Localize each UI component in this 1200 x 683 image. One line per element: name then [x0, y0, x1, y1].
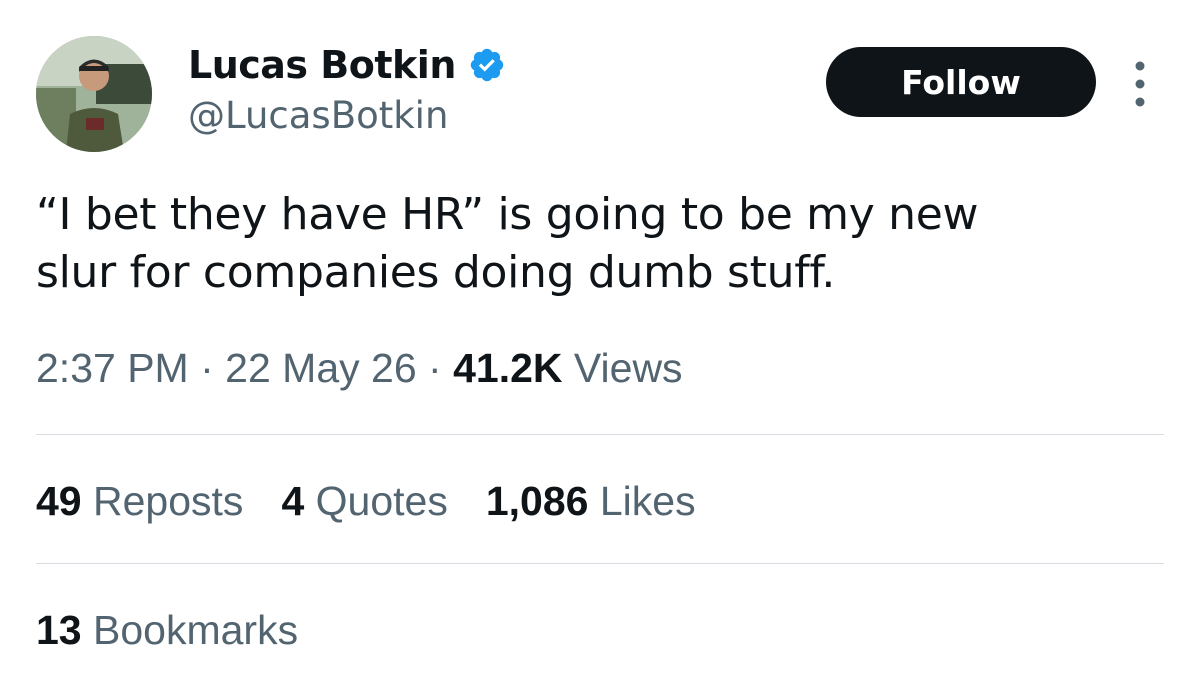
display-name[interactable]: Lucas Botkin	[188, 43, 456, 87]
bookmarks-label: Bookmarks	[93, 607, 299, 653]
reposts-label: Reposts	[93, 478, 244, 524]
divider	[36, 434, 1164, 435]
views-count: 41.2K	[453, 345, 563, 391]
tweet-date[interactable]: 22 May 26	[225, 345, 416, 391]
likes-count: 1,086	[485, 478, 589, 524]
quotes-count: 4	[281, 478, 305, 524]
bookmarks-count: 13	[36, 607, 82, 653]
tweet-text-line: slur for companies doing dumb stuff.	[36, 247, 836, 298]
likes-label: Likes	[599, 478, 696, 524]
tweet-text: “I bet they have HR” is going to be my n…	[36, 186, 1156, 302]
meta-separator: ·	[428, 345, 442, 391]
more-vertical-icon	[1135, 61, 1145, 107]
avatar[interactable]	[36, 36, 152, 152]
likes-stat[interactable]: 1,086 Likes	[486, 478, 696, 525]
bookmarks-stat[interactable]: 13 Bookmarks	[36, 607, 298, 654]
author-handle[interactable]: @LucasBotkin	[188, 94, 448, 137]
tweet-time[interactable]: 2:37 PM	[36, 345, 189, 391]
quotes-stat[interactable]: 4 Quotes	[281, 478, 447, 525]
divider	[36, 563, 1164, 564]
engagement-stats: 49 Reposts 4 Quotes 1,086 Likes	[36, 478, 734, 525]
views-label: Views	[573, 345, 683, 391]
verified-badge-icon	[468, 46, 506, 84]
tweet-detail: Lucas Botkin @LucasBotkin Follow “I bet …	[0, 0, 1200, 683]
quotes-label: Quotes	[315, 478, 448, 524]
meta-separator: ·	[200, 345, 214, 391]
author-name-row[interactable]: Lucas Botkin	[188, 40, 506, 90]
more-options-button[interactable]	[1124, 56, 1156, 112]
reposts-count: 49	[36, 478, 82, 524]
follow-button[interactable]: Follow	[826, 47, 1096, 117]
tweet-text-line: “I bet they have HR” is going to be my n…	[36, 189, 979, 240]
tweet-meta: 2:37 PM · 22 May 26 · 41.2K Views	[36, 345, 683, 392]
profile-photo-icon	[36, 36, 152, 152]
reposts-stat[interactable]: 49 Reposts	[36, 478, 243, 525]
